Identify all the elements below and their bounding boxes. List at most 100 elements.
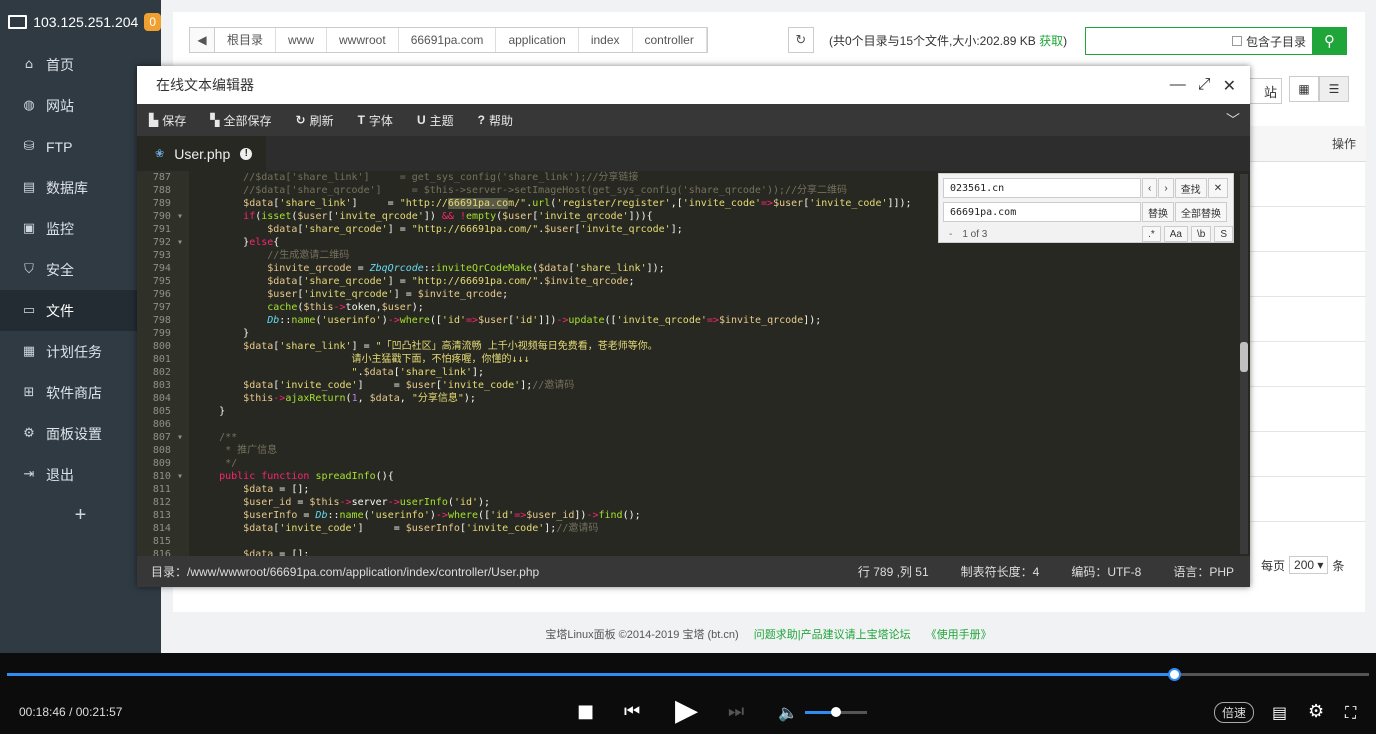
php-file-icon: ❀ — [155, 148, 165, 160]
toolbar-label: 帮助 — [488, 113, 513, 128]
server-ip: 103.125.251.204 — [33, 14, 139, 30]
toolbar-help-button[interactable]: ? 帮助 — [478, 112, 513, 129]
sidebar-item-label: 面板设置 — [46, 425, 102, 442]
calc-size-link[interactable]: 获取 — [1039, 34, 1063, 48]
volume-icon[interactable]: 🔈 — [778, 703, 798, 722]
replace-all-button[interactable]: 全部替换 — [1175, 202, 1227, 222]
code-line: $data = []; — [243, 549, 310, 556]
app-root: 103.125.251.204 0 ⌂ 首页 ◍ 网站 ⛁ FTP ▤ 数据库 ▣ 监控 ⛉ 安全 ▭ 文… — [0, 0, 1376, 734]
next-icon[interactable]: ⏭ — [728, 701, 744, 722]
breadcrumb-item[interactable]: controller — [633, 28, 707, 52]
forum-link[interactable]: 问题求助|产品建议请上宝塔论坛 — [754, 629, 911, 641]
alert-badge[interactable]: 0 — [144, 13, 161, 31]
breadcrumb-item[interactable]: wwwroot — [327, 28, 399, 52]
list-view-button[interactable]: ☰ — [1319, 76, 1349, 102]
server-header[interactable]: 103.125.251.204 0 — [0, 0, 161, 44]
per-page-label: 每页 — [1261, 558, 1286, 573]
replace-input[interactable]: 66691pa.com — [943, 202, 1141, 222]
globe-icon: ◍ — [23, 98, 35, 113]
ftp-icon: ⛁ — [23, 139, 35, 154]
progress-bar[interactable] — [7, 668, 1369, 681]
unsaved-info-icon[interactable]: ! — [240, 147, 253, 160]
line-number: 805 — [152, 406, 183, 417]
toolbar-label: 主题 — [429, 113, 454, 128]
refresh-button[interactable]: ↻ — [787, 27, 814, 53]
editor-tabs: ❀ User.php ! — [137, 136, 1250, 171]
toggle-replace-button[interactable]: - — [943, 229, 958, 240]
list-icon: ☰ — [1328, 82, 1340, 96]
play-icon[interactable]: ▶ — [675, 693, 698, 728]
speed-button[interactable]: 倍速 — [1214, 702, 1255, 723]
per-page-select[interactable]: 200 ▾ — [1289, 556, 1329, 574]
line-number: 799 — [152, 328, 183, 339]
tab-size[interactable]: 制表符长度：4 — [961, 563, 1040, 580]
playlist-icon[interactable]: ▤ — [1272, 703, 1287, 722]
replace-button[interactable]: 替换 — [1142, 202, 1174, 222]
refresh-icon: ↻ — [295, 113, 306, 127]
sidebar-item-label: 安全 — [46, 261, 74, 278]
line-number: 787 — [152, 172, 183, 183]
search-option-toggle[interactable]: .* — [1142, 226, 1161, 242]
back-button[interactable]: ◀ — [189, 27, 215, 53]
sidebar-item-label: 数据库 — [46, 179, 88, 196]
line-number: 795 — [152, 276, 183, 287]
toolbar-font-button[interactable]: T 字体 — [358, 112, 393, 129]
scrollbar-thumb[interactable] — [1240, 342, 1248, 372]
grid-icon: ▦ — [1298, 82, 1310, 96]
editor-statusbar: 目录： /www/wwwroot/66691pa.com/application… — [137, 556, 1250, 587]
toolbar-save-all-button[interactable]: ▚ 全部保存 — [210, 112, 271, 129]
code-line: $data['share_qrcode'] = "http://66691pa.… — [267, 276, 635, 287]
find-button[interactable]: 查找 — [1174, 178, 1207, 198]
maximize-icon[interactable]: ⤢ — [1198, 76, 1211, 96]
path-label: 目录： — [151, 565, 188, 579]
search-option-toggle[interactable]: Aa — [1163, 226, 1188, 242]
search-option-toggle[interactable]: \b — [1190, 226, 1212, 242]
close-find-button[interactable]: ✕ — [1207, 178, 1229, 198]
settings-icon[interactable]: ⚙ — [1308, 701, 1324, 722]
encoding[interactable]: 编码：UTF-8 — [1071, 563, 1141, 580]
site-button-label: 站 — [1263, 84, 1277, 100]
volume-handle[interactable] — [831, 707, 841, 717]
dir-summary: (共0个目录与15个文件,大小:202.89 KB 获取) — [829, 32, 1067, 49]
fullscreen-icon[interactable]: ⛶ — [1345, 703, 1356, 723]
stop-icon[interactable]: ■ — [577, 701, 594, 722]
find-prev-button[interactable]: ‹ — [1142, 178, 1158, 198]
toolbar-refresh-button[interactable]: ↻ 刷新 — [296, 112, 334, 129]
dir-summary-end: ) — [1063, 34, 1068, 48]
find-input[interactable]: 023561.cn — [943, 178, 1141, 198]
file-search-input[interactable]: 包含子目录 — [1085, 27, 1313, 55]
site-button-partial[interactable]: 站 — [1246, 78, 1282, 104]
editor-titlebar[interactable]: 在线文本编辑器 — ⤢ ✕ — [137, 66, 1250, 104]
time-display: 00:18:46 / 00:21:57 — [19, 705, 122, 719]
line-number: 814 — [152, 523, 183, 534]
table-row — [1246, 207, 1366, 252]
breadcrumb-item[interactable]: www — [276, 28, 328, 52]
breadcrumb-item[interactable]: 66691pa.com — [399, 28, 497, 52]
editor-scrollbar[interactable] — [1240, 174, 1248, 554]
toolbar-theme-button[interactable]: U 主题 — [417, 112, 454, 129]
breadcrumb-item[interactable]: index — [579, 28, 633, 52]
grid-view-button[interactable]: ▦ — [1289, 76, 1319, 102]
find-next-button[interactable]: › — [1158, 178, 1174, 198]
tab-user-php[interactable]: ❀ User.php ! — [137, 136, 267, 171]
breadcrumb-item[interactable]: 根目录 — [215, 28, 277, 52]
breadcrumb: 根目录 www wwwroot 66691pa.com application index… — [215, 27, 708, 53]
line-number: 798 — [152, 315, 183, 326]
breadcrumb-item[interactable]: application — [496, 28, 579, 52]
progress-handle[interactable] — [1168, 668, 1182, 681]
code-line: ".$data['share_link']; — [195, 367, 485, 378]
manual-link[interactable]: 《使用手册》 — [926, 629, 992, 641]
sidebar-item-label: 软件商店 — [46, 384, 102, 401]
search-option-toggle[interactable]: S — [1214, 226, 1233, 242]
include-subdir-checkbox[interactable] — [1231, 36, 1242, 46]
search-button[interactable]: ⚲ — [1312, 27, 1347, 55]
volume-slider[interactable] — [805, 707, 867, 717]
close-icon[interactable]: ✕ — [1223, 76, 1236, 96]
minimize-icon[interactable]: — — [1170, 76, 1186, 96]
previous-icon[interactable]: ⏮ — [624, 701, 640, 722]
toolbar-save-button[interactable]: ▙ 保存 — [149, 112, 186, 129]
language[interactable]: 语言：PHP — [1173, 563, 1234, 580]
code-line: $user['invite_qrcode'] = $invite_qrcode; — [267, 289, 509, 300]
chevron-down-icon[interactable]: ﹀ — [1226, 110, 1240, 130]
